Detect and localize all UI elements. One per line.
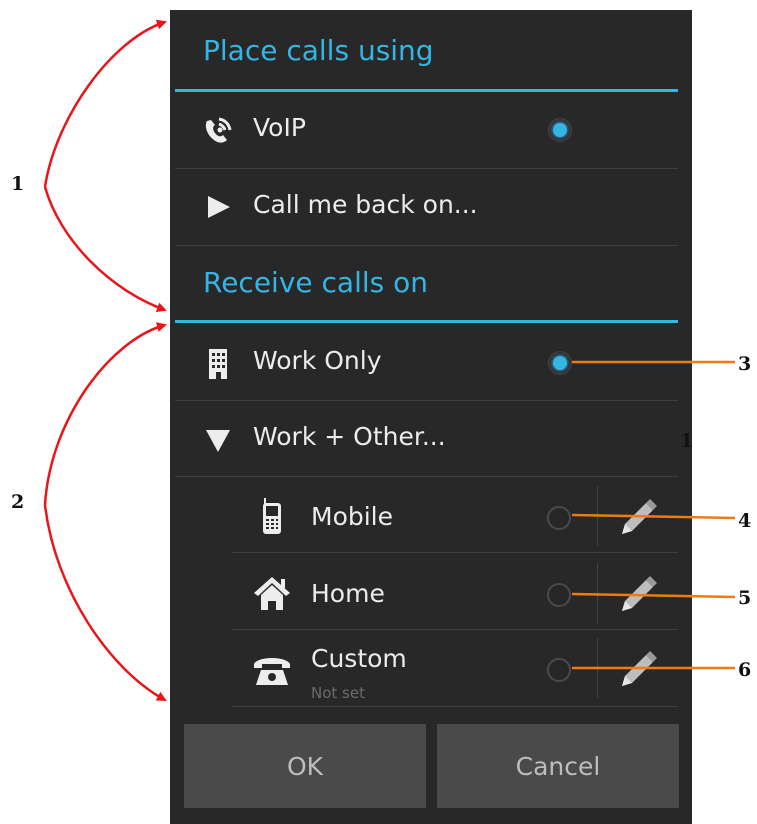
annotation-label-2: 2 — [11, 491, 25, 513]
callout-1-bottom-arrow — [43, 186, 167, 312]
annotation-label-6: 6 — [738, 659, 752, 681]
callout-overlay — [43, 19, 736, 702]
annotation-label-5: 5 — [738, 587, 752, 609]
annotation-label-extra: 1 — [680, 430, 694, 452]
callout-2-top-arrow — [43, 322, 167, 506]
annotation-label-4: 4 — [738, 510, 752, 532]
annotation-label-3: 3 — [738, 353, 752, 375]
callout-5-line — [571, 592, 736, 599]
callout-2-bottom-arrow — [43, 504, 167, 702]
callout-1-top-arrow — [43, 19, 167, 188]
annotation-label-1: 1 — [11, 173, 25, 195]
callout-4-line — [571, 513, 736, 520]
